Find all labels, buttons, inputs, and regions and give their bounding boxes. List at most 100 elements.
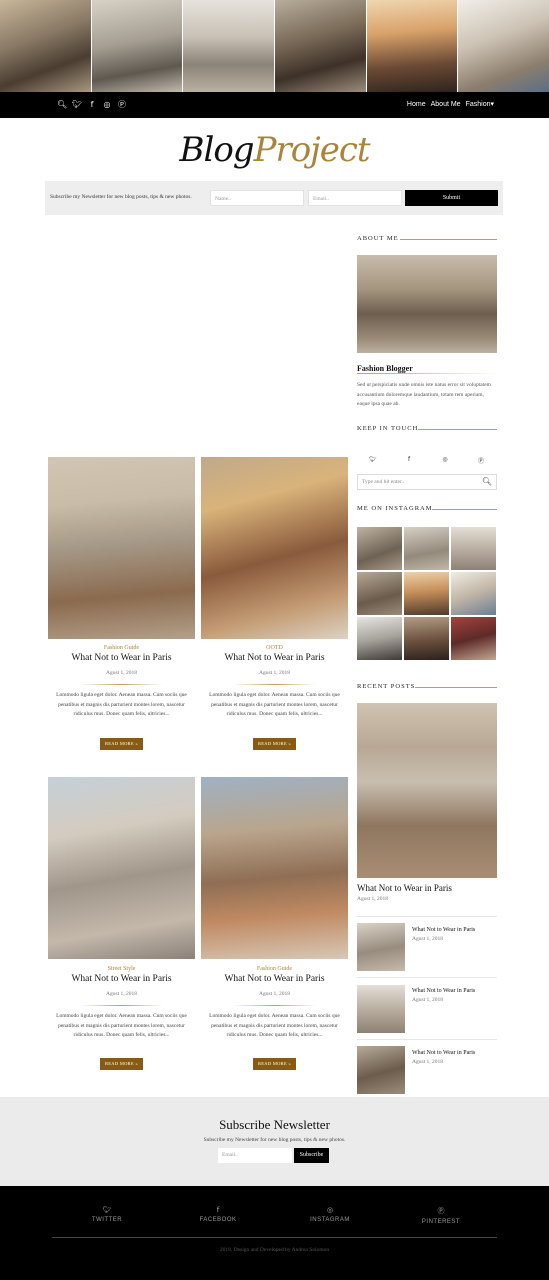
post-image[interactable] bbox=[48, 457, 195, 639]
post-date: Agust 1, 2018 bbox=[105, 670, 137, 676]
post-title[interactable]: What Not to Wear in Paris bbox=[48, 653, 195, 663]
sidebar-social-icons: 🐦︎ f ◎ Ⓟ bbox=[367, 456, 487, 465]
subscribe-email-input[interactable]: Email.. bbox=[218, 1148, 292, 1163]
instagram-photo[interactable] bbox=[404, 572, 449, 615]
recent-post-title[interactable]: What Not to Wear in Paris bbox=[412, 1050, 475, 1056]
recent-post-title[interactable]: What Not to Wear in Paris bbox=[357, 883, 452, 893]
facebook-icon[interactable]: f bbox=[87, 99, 97, 111]
post-excerpt: Lommodo ligula eget dolor. Aenean massa.… bbox=[56, 692, 187, 717]
post-divider bbox=[233, 1005, 316, 1006]
chevron-right-icon: » bbox=[288, 741, 292, 746]
subscribe-section: Subscribe Newsletter Subscribe my Newsle… bbox=[0, 1097, 549, 1186]
search-icon[interactable]: 🔍︎ bbox=[57, 99, 67, 111]
recent-post-image[interactable] bbox=[357, 703, 497, 878]
pinterest-icon[interactable]: Ⓟ bbox=[117, 99, 127, 111]
divider bbox=[357, 916, 497, 917]
instagram-photo[interactable] bbox=[357, 572, 402, 615]
post-image[interactable] bbox=[201, 457, 348, 639]
recent-post-title[interactable]: What Not to Wear in Paris bbox=[412, 927, 475, 933]
read-more-label: READ MORE bbox=[257, 741, 288, 746]
footer-pinterest-link[interactable]: Ⓟ PINTEREST bbox=[411, 1206, 471, 1225]
header-photo bbox=[275, 0, 366, 92]
post-excerpt: Lommodo ligula eget dolor. Aenean massa.… bbox=[56, 1013, 187, 1038]
menu-item-home[interactable]: Home bbox=[407, 100, 426, 110]
pinterest-icon: Ⓟ bbox=[437, 1207, 445, 1215]
caret-down-icon: ▾ bbox=[490, 101, 494, 108]
instagram-photo[interactable] bbox=[451, 617, 496, 660]
subscribe-button[interactable]: Subscribe bbox=[294, 1148, 329, 1163]
instagram-icon: ◎ bbox=[326, 1206, 334, 1214]
facebook-icon[interactable]: f bbox=[403, 456, 415, 465]
read-more-button[interactable]: READ MORE » bbox=[100, 1058, 143, 1070]
read-more-button[interactable]: READ MORE » bbox=[253, 738, 296, 750]
post-date: Agust 1, 2018 bbox=[258, 670, 290, 676]
read-more-button[interactable]: READ MORE » bbox=[100, 738, 143, 750]
post-title[interactable]: What Not to Wear in Paris bbox=[201, 653, 348, 663]
post-image[interactable] bbox=[48, 777, 195, 959]
read-more-label: READ MORE bbox=[257, 1061, 288, 1066]
subscribe-subtext: Subscribe my Newsletter for new blog pos… bbox=[203, 1137, 346, 1143]
instagram-photo[interactable] bbox=[404, 617, 449, 660]
top-nav: 🔍︎ 🐦︎ f ◎ Ⓟ Home About Me Fashion▾ bbox=[0, 92, 549, 118]
about-photo bbox=[357, 255, 497, 353]
post-title[interactable]: What Not to Wear in Paris bbox=[48, 974, 195, 984]
read-more-button[interactable]: READ MORE » bbox=[253, 1058, 296, 1070]
read-more-label: READ MORE bbox=[104, 741, 135, 746]
heading-divider bbox=[418, 429, 497, 430]
footer-social-label: TWITTER bbox=[91, 1217, 123, 1223]
post-title[interactable]: What Not to Wear in Paris bbox=[201, 974, 348, 984]
instagram-photo[interactable] bbox=[357, 527, 402, 570]
instagram-icon[interactable]: ◎ bbox=[102, 99, 112, 111]
footer-instagram-link[interactable]: ◎ INSTAGRAM bbox=[300, 1206, 360, 1223]
chevron-right-icon: » bbox=[288, 1061, 292, 1066]
post-category[interactable]: Fashion Guide bbox=[201, 966, 348, 972]
instagram-photo[interactable] bbox=[404, 527, 449, 570]
post-divider bbox=[233, 684, 316, 685]
header-photo-strip bbox=[0, 0, 549, 92]
footer-twitter-link[interactable]: 🐦︎ TWITTER bbox=[77, 1206, 137, 1223]
recent-post-date: Agust 1, 2018 bbox=[412, 1059, 444, 1065]
twitter-icon[interactable]: 🐦︎ bbox=[367, 456, 379, 465]
header-photo bbox=[0, 0, 91, 92]
email-input[interactable]: Email.. bbox=[308, 190, 402, 206]
post-category[interactable]: Fashion Guide bbox=[48, 645, 195, 651]
chevron-right-icon: » bbox=[135, 1061, 139, 1066]
recent-posts-heading: RECENT POSTS bbox=[357, 683, 416, 690]
footer: 🐦︎ TWITTER f FACEBOOK ◎ INSTAGRAM Ⓟ PINT… bbox=[0, 1186, 549, 1280]
post-divider bbox=[80, 684, 163, 685]
menu-item-fashion-label: Fashion bbox=[465, 101, 491, 108]
header-photo bbox=[366, 0, 458, 92]
pinterest-icon[interactable]: Ⓟ bbox=[475, 456, 487, 465]
newsletter-bar-text: Subscribe my Newsletter for new blog pos… bbox=[50, 194, 192, 200]
instagram-photo[interactable] bbox=[451, 527, 496, 570]
post-category[interactable]: OOTD bbox=[201, 645, 348, 651]
post-category[interactable]: Street Style bbox=[48, 966, 195, 972]
read-more-label: READ MORE bbox=[104, 1061, 135, 1066]
keep-in-touch-heading: KEEP IN TOUCH bbox=[357, 425, 419, 432]
top-social-icons: 🔍︎ 🐦︎ f ◎ Ⓟ bbox=[57, 99, 127, 111]
footer-social-label: INSTAGRAM bbox=[310, 1217, 350, 1223]
instagram-icon[interactable]: ◎ bbox=[439, 456, 451, 465]
footer-facebook-link[interactable]: f FACEBOOK bbox=[188, 1206, 248, 1223]
main-menu: Home About Me Fashion▾ bbox=[407, 100, 494, 110]
instagram-photo[interactable] bbox=[451, 572, 496, 615]
sidebar-search[interactable]: Type and hit enter.. 🔍︎ bbox=[357, 474, 497, 490]
recent-post-thumb[interactable] bbox=[357, 985, 405, 1033]
twitter-icon[interactable]: 🐦︎ bbox=[72, 99, 82, 111]
recent-post-date: Agust 1, 2018 bbox=[412, 936, 444, 942]
post-excerpt: Lommodo ligula eget dolor. Aenean massa.… bbox=[209, 692, 340, 717]
search-icon[interactable]: 🔍︎ bbox=[482, 477, 492, 486]
submit-button[interactable]: Submit bbox=[405, 190, 498, 206]
recent-post-date: Agust 1, 2018 bbox=[412, 997, 444, 1003]
recent-post-thumb[interactable] bbox=[357, 1046, 405, 1094]
instagram-photo[interactable] bbox=[357, 617, 402, 660]
name-input[interactable]: Name.. bbox=[210, 190, 304, 206]
menu-item-about[interactable]: About Me bbox=[431, 100, 461, 110]
chevron-right-icon: » bbox=[135, 741, 139, 746]
post-image[interactable] bbox=[201, 777, 348, 959]
recent-post-thumb[interactable] bbox=[357, 923, 405, 971]
site-logo[interactable]: BlogProject bbox=[0, 130, 549, 170]
recent-post-title[interactable]: What Not to Wear in Paris bbox=[412, 988, 475, 994]
menu-item-fashion[interactable]: Fashion▾ bbox=[466, 100, 494, 110]
logo-part2: Project bbox=[253, 130, 371, 170]
